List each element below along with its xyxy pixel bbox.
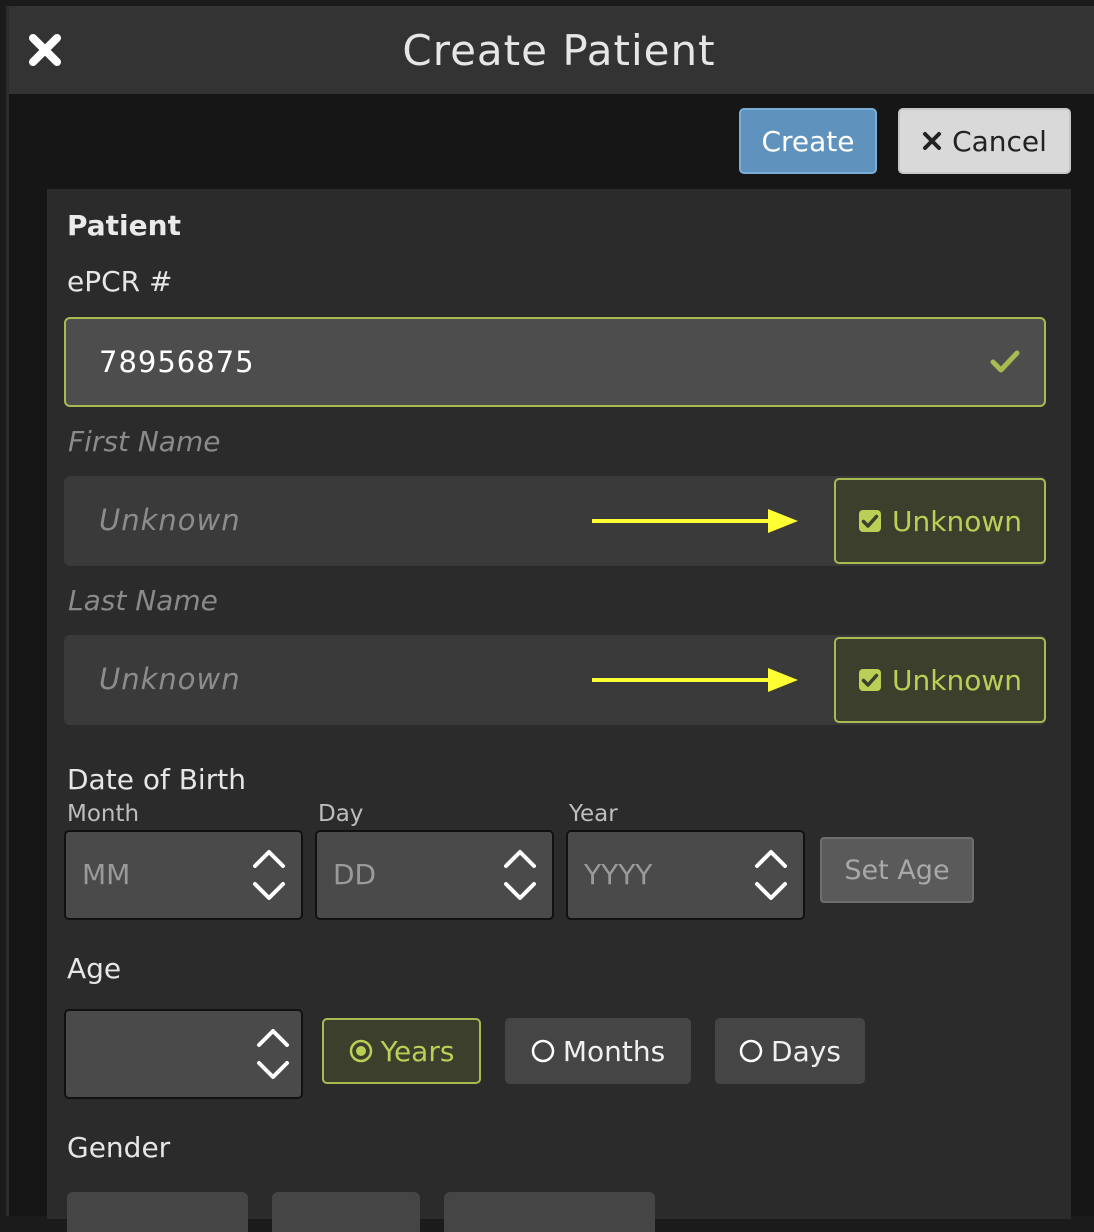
first-name-input[interactable]: Unknown: [99, 503, 241, 537]
month-input[interactable]: MM: [64, 830, 303, 920]
radio-empty-icon: [739, 1039, 763, 1063]
day-label: Day: [318, 801, 364, 827]
section-title: Patient: [67, 209, 181, 242]
last-name-row: Unknown Unknown: [64, 635, 1046, 725]
checkbox-checked-icon: [859, 669, 881, 691]
cancel-button-label: Cancel: [952, 124, 1047, 158]
day-placeholder: DD: [333, 858, 377, 891]
month-placeholder: MM: [82, 858, 131, 891]
create-button[interactable]: Create: [739, 108, 877, 174]
gender-option[interactable]: [67, 1192, 248, 1232]
spinner-arrows-icon[interactable]: [255, 1025, 291, 1083]
check-icon: [990, 350, 1020, 373]
first-name-unknown-toggle[interactable]: Unknown: [834, 478, 1046, 564]
age-unit-years[interactable]: Years: [322, 1018, 481, 1084]
checkbox-checked-icon: [859, 510, 881, 532]
year-input[interactable]: YYYY: [566, 830, 805, 920]
last-name-unknown-label: Unknown: [892, 663, 1022, 697]
age-unit-days-label: Days: [771, 1034, 841, 1068]
create-patient-dialog: Create Patient Create Cancel Patient ePC…: [6, 6, 1094, 1232]
epcr-input[interactable]: 78956875: [64, 317, 1046, 407]
epcr-label: ePCR #: [67, 265, 173, 298]
spinner-arrows-icon[interactable]: [251, 846, 287, 904]
year-label: Year: [569, 801, 618, 827]
gender-option[interactable]: [272, 1192, 420, 1232]
set-age-button[interactable]: Set Age: [820, 837, 974, 903]
create-button-label: Create: [761, 124, 855, 158]
gender-label: Gender: [67, 1131, 171, 1164]
age-unit-years-label: Years: [380, 1034, 455, 1068]
patient-form-panel: Patient ePCR # 78956875 First Name Unkno…: [47, 189, 1071, 1232]
age-label: Age: [67, 952, 122, 985]
age-input[interactable]: [64, 1009, 303, 1099]
annotation-arrow-icon: [592, 668, 798, 692]
day-input[interactable]: DD: [315, 830, 554, 920]
times-icon: [923, 132, 942, 150]
title-bar: Create Patient: [9, 6, 1094, 94]
spinner-arrows-icon[interactable]: [502, 846, 538, 904]
annotation-arrow-icon: [592, 509, 798, 533]
spinner-arrows-icon[interactable]: [753, 846, 789, 904]
dob-label: Date of Birth: [67, 763, 246, 796]
epcr-value: 78956875: [99, 345, 255, 379]
month-label: Month: [67, 801, 140, 827]
age-unit-months-label: Months: [562, 1034, 666, 1068]
last-name-label: Last Name: [68, 584, 218, 617]
first-name-unknown-label: Unknown: [892, 504, 1022, 538]
age-unit-days[interactable]: Days: [715, 1018, 865, 1084]
set-age-label: Set Age: [844, 854, 950, 886]
last-name-input[interactable]: Unknown: [99, 662, 241, 696]
first-name-row: Unknown Unknown: [64, 476, 1046, 566]
radio-empty-icon: [531, 1039, 555, 1063]
last-name-unknown-toggle[interactable]: Unknown: [834, 637, 1046, 723]
year-placeholder: YYYY: [584, 858, 653, 891]
radio-selected-icon: [349, 1039, 372, 1063]
gender-option[interactable]: [444, 1192, 655, 1232]
cancel-button[interactable]: Cancel: [898, 108, 1071, 174]
dialog-title: Create Patient: [402, 26, 716, 75]
first-name-label: First Name: [68, 425, 221, 458]
age-unit-months[interactable]: Months: [505, 1018, 691, 1084]
